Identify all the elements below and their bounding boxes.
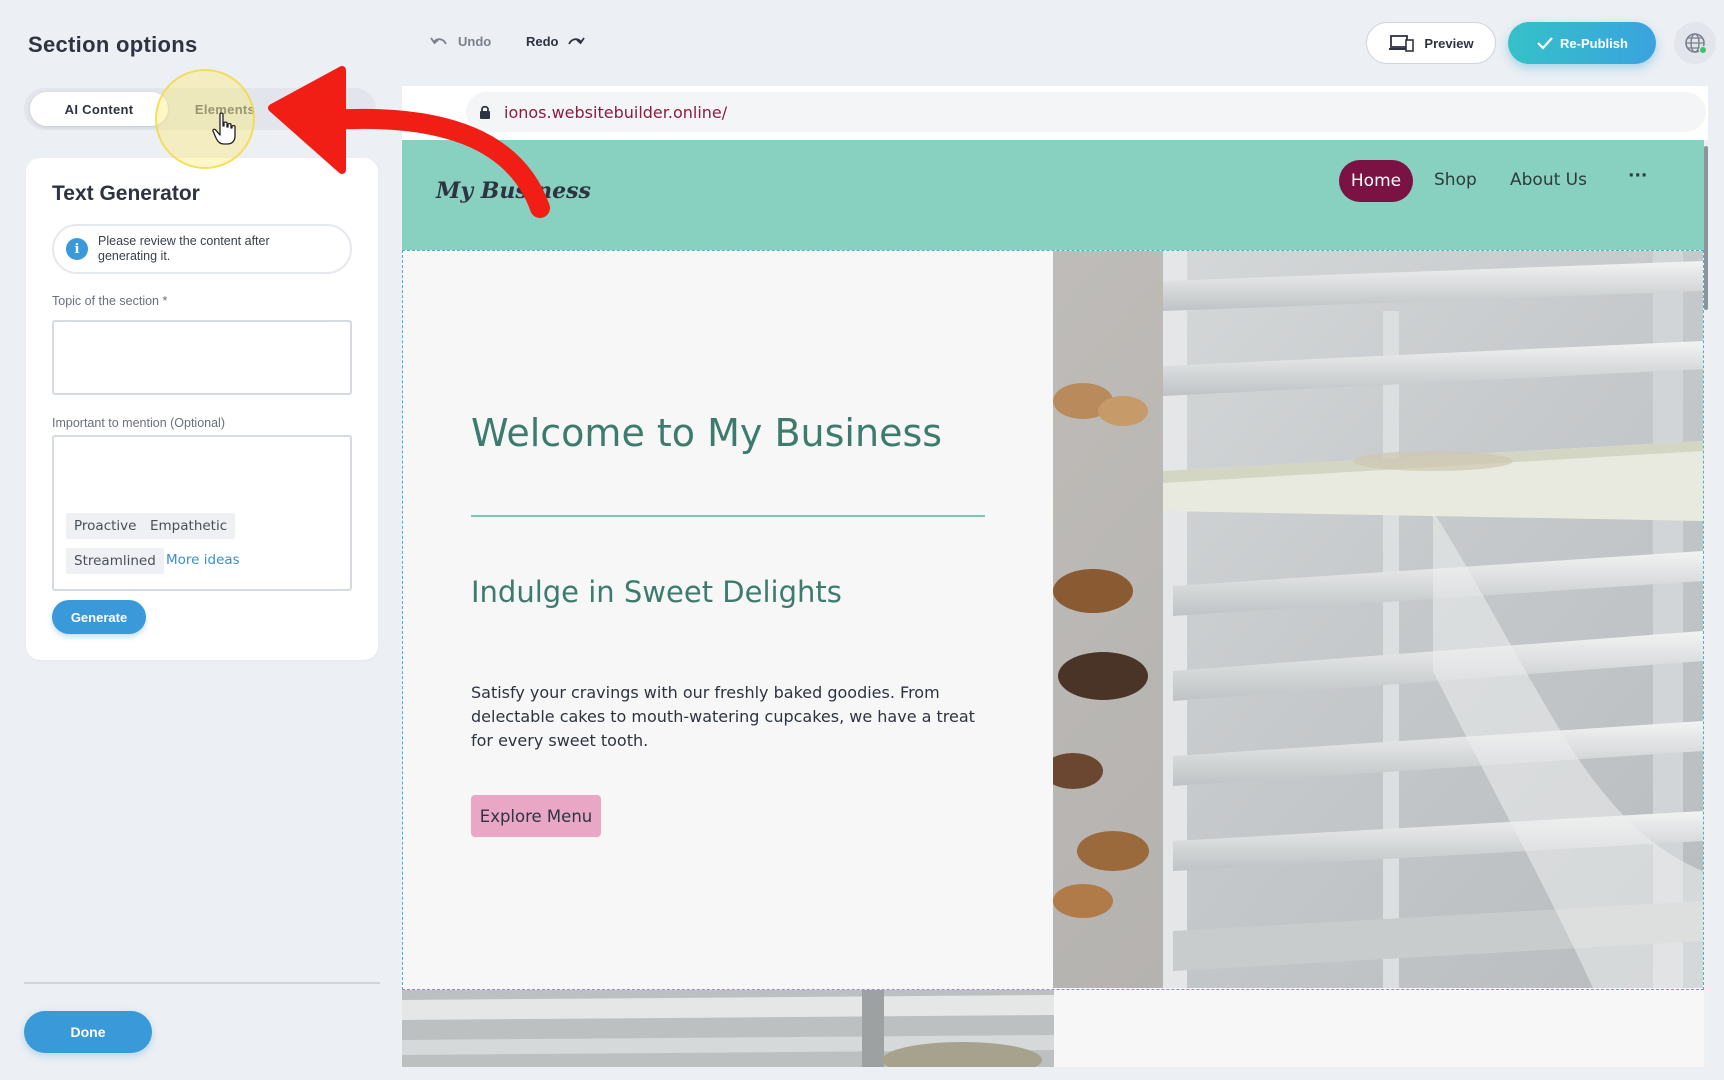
topic-input[interactable]: [52, 320, 352, 395]
preview-label: Preview: [1424, 35, 1474, 51]
preview-scrollbar-thumb[interactable]: [1704, 146, 1708, 310]
hero-subtitle[interactable]: Indulge in Sweet Delights: [471, 575, 842, 609]
hero-section[interactable]: Welcome to My Business Indulge in Sweet …: [402, 250, 1704, 990]
chip-empathetic[interactable]: Empathetic: [142, 513, 236, 539]
status-dot: [1699, 46, 1707, 54]
bakery-photo: [1053, 251, 1703, 988]
nav-shop[interactable]: Shop: [1434, 170, 1477, 190]
check-icon: [1537, 37, 1553, 50]
explore-menu-button[interactable]: Explore Menu: [471, 795, 601, 837]
devices-icon: [1389, 35, 1415, 52]
lock-icon: [480, 105, 490, 119]
url-text: ionos.websitebuilder.online/: [504, 102, 728, 122]
redo-label: Redo: [526, 34, 559, 49]
generate-button[interactable]: Generate: [52, 600, 146, 634]
nav-home[interactable]: Home: [1339, 160, 1413, 202]
language-button[interactable]: [1674, 22, 1716, 64]
hero-content: Welcome to My Business Indulge in Sweet …: [403, 251, 1053, 988]
chip-proactive[interactable]: Proactive: [66, 513, 145, 539]
site-logo[interactable]: My Business: [436, 178, 591, 204]
preview-button[interactable]: Preview: [1366, 22, 1496, 64]
important-label: Important to mention (Optional): [52, 416, 225, 430]
nav-more[interactable]: ···: [1628, 166, 1647, 186]
section-options-panel: Section options AI Content Elements Text…: [0, 0, 392, 1080]
chip-streamlined[interactable]: Streamlined: [66, 548, 164, 574]
bakery-rack-image[interactable]: [1053, 251, 1703, 988]
website-preview: ionos.websitebuilder.online/ My Business…: [402, 86, 1708, 1067]
important-input[interactable]: Proactive Empathetic Streamlined More id…: [52, 435, 352, 591]
panel-title: Section options: [28, 32, 198, 57]
info-icon: i: [66, 238, 88, 260]
address-row: ionos.websitebuilder.online/: [402, 86, 1708, 140]
address-bar[interactable]: ionos.websitebuilder.online/: [466, 92, 1706, 132]
card-title: Text Generator: [52, 182, 200, 205]
hero-paragraph[interactable]: Satisfy your cravings with our freshly b…: [471, 681, 983, 753]
republish-label: Re-Publish: [1560, 35, 1628, 51]
tab-elements[interactable]: Elements: [174, 92, 276, 126]
undo-label: Undo: [458, 34, 492, 49]
redo-button[interactable]: Redo: [526, 34, 585, 49]
secondary-image[interactable]: [402, 990, 1054, 1067]
site-header: My Business Home Shop About Us ···: [402, 140, 1704, 250]
done-button[interactable]: Done: [24, 1011, 152, 1053]
tab-ai-content[interactable]: AI Content: [30, 92, 168, 126]
text-generator-card: Text Generator i Please review the conte…: [26, 158, 378, 660]
info-text: Please review the content after generati…: [98, 234, 270, 263]
undo-button[interactable]: Undo: [430, 34, 491, 49]
undo-icon: [430, 36, 447, 44]
info-notice: i Please review the content after genera…: [52, 224, 352, 274]
more-ideas-link[interactable]: More ideas: [166, 552, 240, 568]
panel-tabs: AI Content Elements: [24, 88, 376, 130]
panel-divider: [24, 982, 380, 984]
hero-divider: [471, 515, 985, 517]
republish-button[interactable]: Re-Publish: [1508, 22, 1656, 64]
bakery-photo-strip: [402, 990, 1054, 1067]
hero-title[interactable]: Welcome to My Business: [471, 411, 942, 455]
nav-about-us[interactable]: About Us: [1510, 170, 1587, 190]
redo-icon: [567, 36, 585, 44]
topic-label: Topic of the section *: [52, 294, 168, 308]
secondary-content: [1054, 990, 1704, 1067]
